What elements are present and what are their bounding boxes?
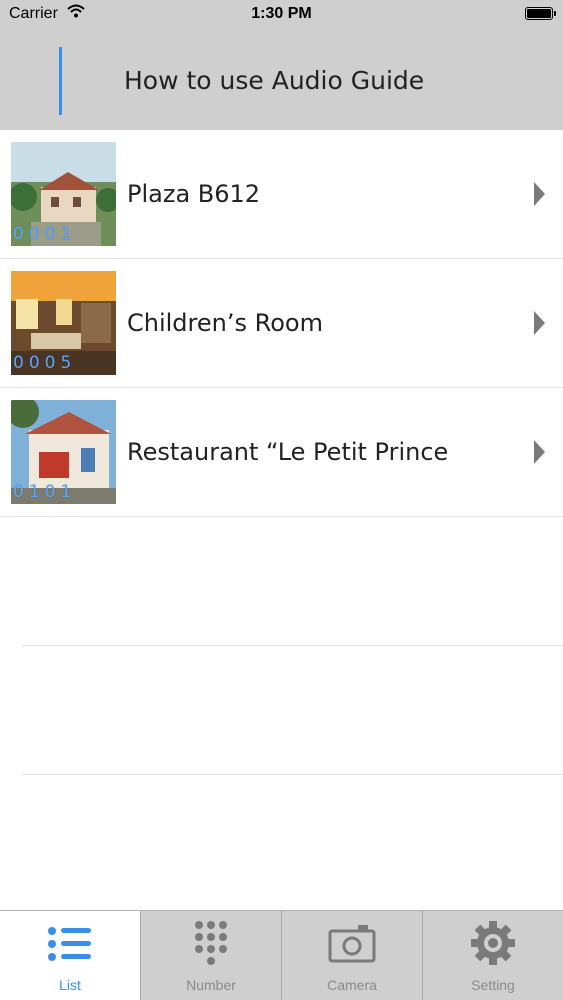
- gear-icon: [469, 919, 517, 969]
- item-code: 0005: [13, 353, 77, 373]
- tab-camera[interactable]: Camera: [281, 911, 422, 1000]
- tab-label: Number: [186, 977, 236, 993]
- tab-label: Setting: [471, 977, 515, 993]
- item-label: Children’s Room: [127, 309, 323, 337]
- tab-setting[interactable]: Setting: [422, 911, 563, 1000]
- header: How to use Audio Guide: [0, 30, 563, 130]
- divider: [22, 645, 563, 646]
- status-bar: Carrier 1:30 PM: [0, 0, 563, 30]
- status-time: 1:30 PM: [251, 5, 312, 22]
- tab-bar: List Number Camera Setting: [0, 910, 563, 1000]
- item-code: 0001: [13, 224, 77, 244]
- thumbnail-childrens-room: 0005: [11, 271, 116, 375]
- guide-list: 0001 Plaza B612 0005 Children’s Room 010…: [0, 130, 563, 517]
- tab-label: Camera: [327, 977, 377, 993]
- chevron-right-icon: [534, 182, 545, 206]
- thumbnail-restaurant: 0101: [11, 400, 116, 504]
- list-item[interactable]: 0101 Restaurant “Le Petit Prince: [0, 388, 563, 517]
- chevron-right-icon: [534, 440, 545, 464]
- thumbnail-plaza: 0001: [11, 142, 116, 246]
- tab-list[interactable]: List: [0, 911, 140, 1000]
- camera-icon: [328, 919, 376, 969]
- divider: [22, 774, 563, 775]
- battery-icon: [525, 7, 556, 20]
- item-code: 0101: [13, 482, 77, 502]
- chevron-right-icon: [534, 311, 545, 335]
- item-label: Restaurant “Le Petit Prince: [127, 438, 449, 466]
- list-item[interactable]: 0001 Plaza B612: [0, 130, 563, 259]
- keypad-icon: [187, 919, 235, 969]
- item-label: Plaza B612: [127, 180, 261, 208]
- page-title: How to use Audio Guide: [124, 66, 425, 95]
- header-accent-bar: [59, 47, 62, 115]
- tab-label: List: [59, 977, 81, 993]
- tab-number[interactable]: Number: [140, 911, 281, 1000]
- list-item[interactable]: 0005 Children’s Room: [0, 259, 563, 388]
- list-icon: [46, 919, 94, 969]
